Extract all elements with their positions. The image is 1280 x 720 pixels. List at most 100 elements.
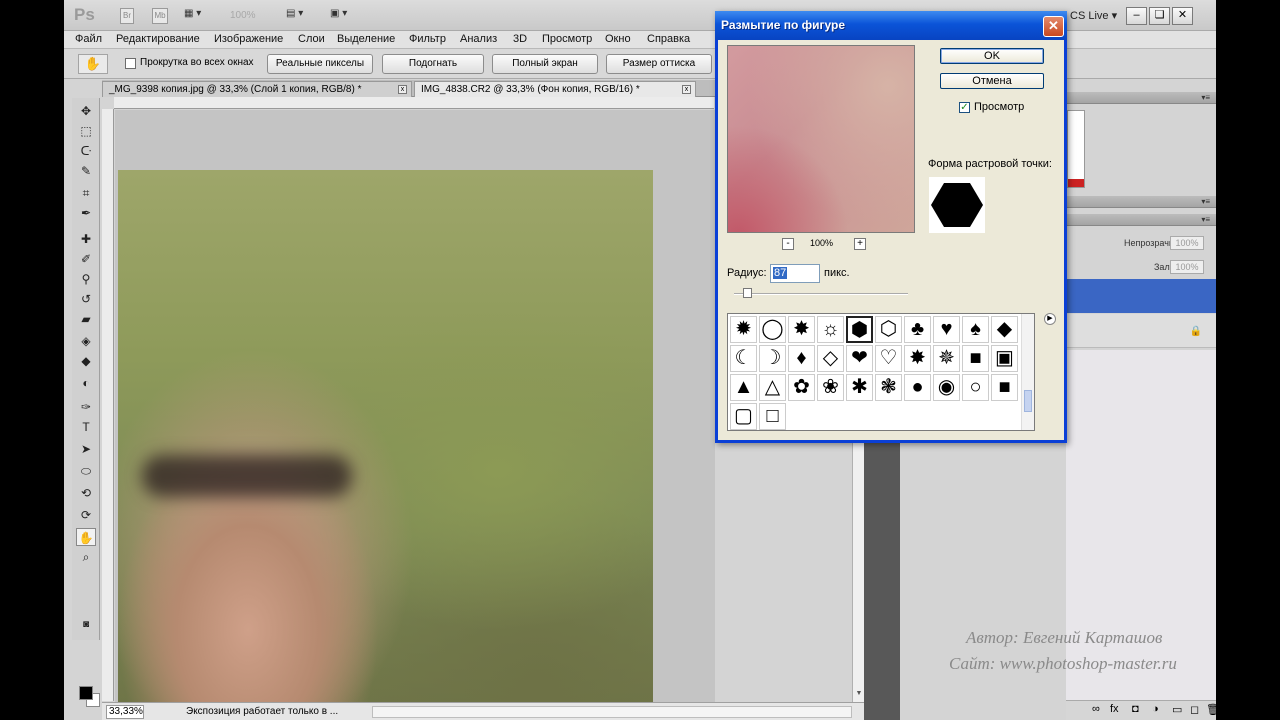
heart-outline-shape-icon[interactable]: ♡ — [875, 345, 902, 372]
layer-row-selected[interactable] — [1066, 279, 1216, 313]
minimize-button[interactable]: – — [1126, 7, 1147, 25]
asterisk-shape-icon[interactable]: ✱ — [846, 374, 873, 401]
close-app-button[interactable]: ✕ — [1172, 7, 1193, 25]
layer-mask-icon[interactable]: ◘ — [1132, 703, 1139, 715]
rhombus-outline-shape-icon[interactable]: ◇ — [817, 345, 844, 372]
square-outline-shape-icon[interactable]: □ — [759, 403, 786, 430]
square-frame-shape-icon[interactable]: ▢ — [730, 403, 757, 430]
panel-menu-icon[interactable]: ▾≡ — [1201, 93, 1210, 102]
lasso-tool-icon[interactable]: ᑢ — [76, 142, 96, 160]
cs-live-menu[interactable]: CS Live ▾ — [1070, 9, 1117, 22]
restore-button[interactable]: ❏ — [1149, 7, 1170, 25]
marquee-tool-icon[interactable]: ⬚ — [76, 122, 96, 140]
link-layers-icon[interactable]: ∞ — [1092, 703, 1100, 715]
ok-button[interactable]: OK — [940, 48, 1044, 64]
scroll-all-windows-checkbox[interactable] — [125, 58, 136, 69]
status-zoom-field[interactable]: 33,33% — [106, 705, 144, 719]
menu-filter[interactable]: Фильтр — [409, 33, 446, 45]
star-burst-shape-icon[interactable]: ✸ — [788, 316, 815, 343]
status-info[interactable]: Экспозиция работает только в ... — [186, 706, 338, 717]
preview-checkbox[interactable]: ✓ — [959, 102, 970, 113]
eight-point-outline-shape-icon[interactable]: ✵ — [933, 345, 960, 372]
circle-shape-icon[interactable]: ● — [904, 374, 931, 401]
tab-img-4838[interactable]: IMG_4838.CR2 @ 33,3% (Фон копия, RGB/16)… — [414, 81, 696, 97]
adjustment-layer-icon[interactable]: ◑ — [1152, 703, 1159, 715]
3d-orbit-tool-icon[interactable]: ⟳ — [76, 506, 96, 524]
triangle-outline-shape-icon[interactable]: △ — [759, 374, 786, 401]
shape-grid-menu-icon[interactable]: ▶ — [1044, 313, 1056, 325]
radius-slider-track[interactable] — [734, 293, 908, 295]
zoom-tool-icon[interactable]: ⌕ — [76, 548, 96, 566]
stamp-tool-icon[interactable]: ⚲ — [76, 270, 96, 288]
blurred-photo[interactable] — [118, 170, 653, 702]
scroll-thumb[interactable] — [1024, 390, 1032, 412]
menu-analysis[interactable]: Анализ — [460, 33, 497, 45]
mini-bridge-icon[interactable]: Mb — [152, 8, 168, 24]
scroll-down-icon[interactable]: ▼ — [854, 690, 864, 700]
navigator-thumbnail[interactable] — [1067, 110, 1085, 188]
thick-ring-shape-icon[interactable]: ◉ — [933, 374, 960, 401]
horizontal-scrollbar[interactable] — [372, 706, 852, 718]
type-tool-icon[interactable]: T — [76, 418, 96, 436]
crescent-outline-shape-icon[interactable]: ☽ — [759, 345, 786, 372]
cancel-button[interactable]: Отмена — [940, 73, 1044, 89]
menu-layers[interactable]: Слои — [298, 33, 325, 45]
flower-outline-shape-icon[interactable]: ❃ — [875, 374, 902, 401]
panel-menu-icon[interactable]: ▾≡ — [1201, 215, 1210, 224]
hexagon-outline-shape-icon[interactable]: ⬡ — [875, 316, 902, 343]
hand-tool-preset-icon[interactable]: ✋ — [78, 54, 108, 74]
move-tool-icon[interactable]: ✥ — [76, 102, 96, 120]
square-shape-icon[interactable]: ■ — [991, 374, 1018, 401]
extras-dropdown[interactable]: ▦ ▾ — [184, 8, 201, 19]
print-size-button[interactable]: Размер оттиска — [606, 54, 712, 74]
ring-shape-icon[interactable]: ◯ — [759, 316, 786, 343]
opacity-input[interactable]: 100% — [1170, 236, 1204, 250]
tab-close-icon[interactable]: x — [682, 85, 691, 94]
blob-shape-icon[interactable]: ✿ — [788, 374, 815, 401]
gradient-tool-icon[interactable]: ◈ — [76, 332, 96, 350]
blob-outline-shape-icon[interactable]: ❀ — [817, 374, 844, 401]
vertical-scrollbar[interactable]: ▼ — [852, 440, 864, 702]
menu-window[interactable]: Окно — [605, 33, 631, 45]
healing-tool-icon[interactable]: ✚ — [76, 230, 96, 248]
dodge-tool-icon[interactable]: ◐ — [76, 374, 96, 392]
sun-shape-icon[interactable]: ☼ — [817, 316, 844, 343]
crop-tool-icon[interactable]: ⌗ — [76, 184, 96, 202]
menu-help[interactable]: Справка — [647, 33, 690, 45]
layer-row-background[interactable]: 🔒 — [1066, 314, 1216, 348]
dialog-title-bar[interactable]: Размытие по фигуре ✕ — [715, 11, 1067, 40]
new-group-icon[interactable]: ▭ — [1172, 703, 1182, 716]
pen-tool-icon[interactable]: ✑ — [76, 398, 96, 416]
3d-rotate-tool-icon[interactable]: ⟲ — [76, 484, 96, 502]
delete-layer-icon[interactable]: 🗑 — [1206, 703, 1216, 716]
blur-tool-icon[interactable]: ◆ — [76, 352, 96, 370]
history-brush-tool-icon[interactable]: ↺ — [76, 290, 96, 308]
hexagon-shape-icon[interactable]: ⬢ — [846, 316, 873, 343]
menu-3d[interactable]: 3D — [513, 33, 527, 45]
filter-preview[interactable] — [727, 45, 915, 233]
zoom-out-button[interactable]: - — [782, 238, 794, 250]
layer-style-icon[interactable]: fx — [1110, 703, 1119, 715]
diamond-shape-icon[interactable]: ◆ — [991, 316, 1018, 343]
hand-tool-icon[interactable]: ✋ — [76, 528, 96, 546]
radius-input[interactable]: 87 — [770, 264, 820, 283]
circle-outline-shape-icon[interactable]: ○ — [962, 374, 989, 401]
path-select-tool-icon[interactable]: ➤ — [76, 440, 96, 458]
screen-mode-dropdown[interactable]: ▣ ▾ — [330, 8, 347, 19]
fill-screen-button[interactable]: Полный экран — [492, 54, 598, 74]
rounded-square-shape-icon[interactable]: ■ — [962, 345, 989, 372]
fill-input[interactable]: 100% — [1170, 260, 1204, 274]
menu-select[interactable]: Выделение — [337, 33, 395, 45]
quick-select-tool-icon[interactable]: ✎ — [76, 162, 96, 180]
triangle-shape-icon[interactable]: ▲ — [730, 374, 757, 401]
quick-mask-icon[interactable]: ◙ — [76, 616, 96, 634]
rhombus-shape-icon[interactable]: ♦ — [788, 345, 815, 372]
eraser-tool-icon[interactable]: ▰ — [76, 310, 96, 328]
eight-point-star-shape-icon[interactable]: ✸ — [904, 345, 931, 372]
new-layer-icon[interactable]: ◻ — [1190, 703, 1199, 716]
menu-view[interactable]: Просмотр — [542, 33, 592, 45]
fit-screen-button[interactable]: Подогнать — [382, 54, 484, 74]
bridge-icon[interactable]: Br — [120, 8, 134, 24]
club-shape-icon[interactable]: ♣ — [904, 316, 931, 343]
dialog-close-button[interactable]: ✕ — [1043, 16, 1064, 37]
